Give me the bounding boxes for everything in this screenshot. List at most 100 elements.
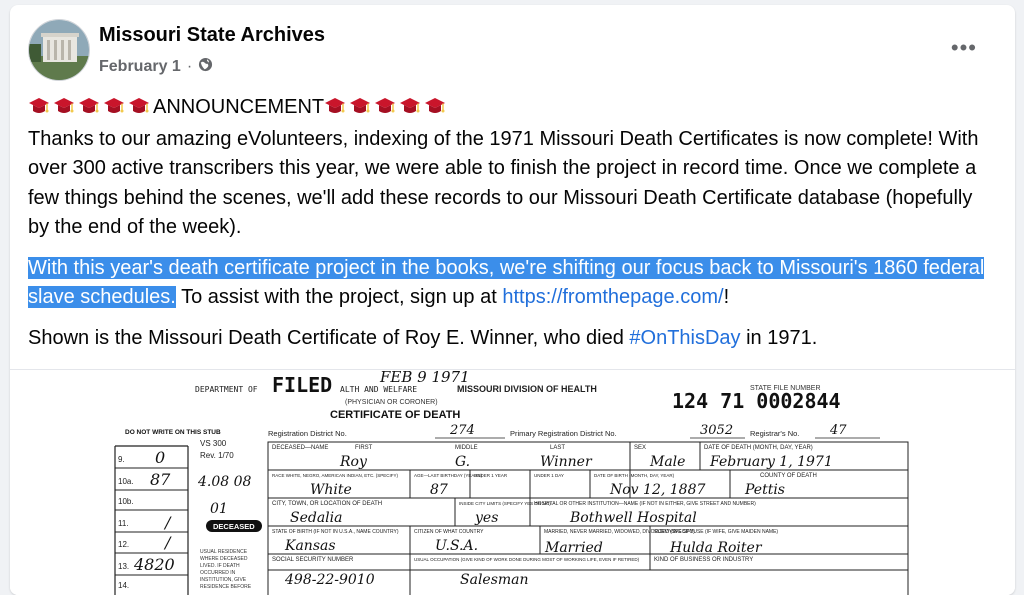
post-date[interactable]: February 1 (99, 58, 181, 76)
label-middle: MIDDLE (455, 445, 478, 451)
graduation-cap-icons-right (324, 96, 449, 118)
label-deceased-name: DECEASED—NAME (272, 445, 328, 451)
cert-file-number: 124 71 0002844 (672, 389, 841, 413)
cert-registrar-label: Registrar's No. (750, 429, 799, 438)
post-body: ANNOUNCEMENT Thanks to our amazing eVolu… (28, 93, 988, 353)
value-spouse: Hulda Roiter (669, 540, 763, 556)
label-first: FIRST (355, 445, 373, 451)
label-hospital: HOSPITAL OR OTHER INSTITUTION—NAME (IF N… (534, 501, 756, 507)
cert-header-left: DEPARTMENT OF (195, 385, 258, 394)
cert-reg-district-label: Registration District No. (268, 429, 347, 438)
label-under-1-year: UNDER 1 YEAR (474, 473, 508, 478)
svg-text:14.: 14. (118, 581, 129, 590)
value-hospital: Bothwell Hospital (569, 510, 697, 526)
paragraph-2-end: ! (723, 286, 730, 308)
svg-text:10b.: 10b. (118, 497, 134, 506)
svg-text:OCCURRED IN: OCCURRED IN (200, 570, 236, 576)
graduation-cap-icon (53, 95, 75, 125)
stub-value-9: 0 (155, 448, 165, 467)
cert-side-2: 01 (210, 501, 228, 517)
svg-text:10a.: 10a. (118, 477, 134, 486)
svg-text:LIVED. IF DEATH: LIVED. IF DEATH (200, 563, 240, 569)
paragraph-3-end: in 1971. (740, 326, 818, 349)
page-avatar[interactable] (28, 19, 90, 81)
svg-text:USUAL RESIDENCE: USUAL RESIDENCE (200, 549, 248, 555)
cert-vs: VS 300 (200, 439, 227, 448)
cert-title: CERTIFICATE OF DEATH (330, 409, 460, 421)
label-city: CITY, TOWN, OR LOCATION OF DEATH (272, 501, 382, 507)
label-age: AGE—LAST BIRTHDAY (YEARS) (414, 473, 483, 478)
value-sex: Male (649, 454, 685, 470)
label-occupation: USUAL OCCUPATION (GIVE KIND OF WORK DONE… (414, 557, 640, 562)
cert-registrar: 47 (829, 423, 847, 438)
cert-rev: Rev. 1/70 (200, 451, 234, 460)
graduation-cap-icon (103, 95, 125, 125)
label-dob: DATE OF BIRTH (MONTH, DAY, YEAR) (594, 473, 675, 478)
fromthepage-link[interactable]: https://fromthepage.com/ (502, 286, 723, 308)
value-inside-city: yes (474, 510, 498, 526)
more-options-icon[interactable]: ••• (951, 35, 977, 61)
graduation-cap-icon (349, 95, 371, 125)
announcement-line: ANNOUNCEMENT Thanks to our amazing eVolu… (28, 93, 988, 243)
label-business: KIND OF BUSINESS OR INDUSTRY (654, 557, 753, 563)
announcement-word: ANNOUNCEMENT (153, 96, 325, 118)
graduation-cap-icons-left (28, 96, 153, 118)
value-ssn: 498-22-9010 (284, 572, 375, 588)
post-card: Missouri State Archives February 1 · •••… (10, 5, 1015, 595)
value-county: Pettis (744, 482, 785, 498)
hashtag-onthisday-link[interactable]: #OnThisDay (629, 327, 740, 349)
globe-icon[interactable] (198, 57, 213, 77)
value-race: White (310, 482, 352, 498)
stub-value-10a: 87 (150, 470, 171, 489)
post-meta: February 1 · (99, 57, 213, 77)
stub-value-13: 4820 (133, 555, 175, 574)
cert-header-right: MISSOURI DIVISION OF HEALTH (457, 384, 597, 394)
label-last: LAST (550, 445, 565, 451)
graduation-cap-icon (78, 95, 100, 125)
cert-physician: (PHYSICIAN OR CORONER) (345, 399, 438, 406)
cert-side-1: 4.08 08 (197, 474, 252, 490)
svg-text:INSTITUTION, GIVE: INSTITUTION, GIVE (200, 577, 247, 583)
value-dob: Nov 12, 1887 (609, 482, 705, 498)
graduation-cap-icon (28, 95, 50, 125)
label-ssn: SOCIAL SECURITY NUMBER (272, 557, 354, 563)
value-first-name: Roy (339, 454, 368, 470)
value-age: 87 (430, 482, 448, 498)
label-under-1-day: UNDER 1 DAY (534, 473, 564, 478)
label-date-of-death: DATE OF DEATH (MONTH, DAY, YEAR) (704, 445, 813, 451)
value-marital: Married (544, 540, 603, 556)
meta-separator: · (186, 58, 193, 75)
cert-filed-stamp: FILED (272, 373, 332, 397)
graduation-cap-icon (374, 95, 396, 125)
value-last-name: Winner (540, 454, 593, 470)
cert-deceased-badge: DECEASED (213, 522, 255, 531)
page-name-link[interactable]: Missouri State Archives (99, 24, 325, 47)
paragraph-2-text: To assist with the project, sign up at (175, 286, 503, 308)
label-spouse: SURVIVING SPOUSE (IF WIFE, GIVE MAIDEN N… (654, 529, 778, 535)
value-middle-name: G. (455, 454, 470, 470)
post-paragraph-2: With this year's death certificate proje… (28, 254, 988, 313)
graduation-cap-icon (424, 95, 446, 125)
svg-text:11.: 11. (118, 519, 129, 528)
label-sex: SEX (634, 445, 646, 451)
death-certificate-photo[interactable]: DEPARTMENT OF FILED ALTH AND WELFARE FEB… (10, 370, 1015, 595)
post-paragraph-3: Shown is the Missouri Death Certificate … (28, 324, 988, 354)
value-date-of-death: February 1, 1971 (709, 454, 833, 470)
cert-primary: 3052 (700, 423, 733, 438)
svg-text:13.: 13. (118, 562, 129, 571)
svg-text:9.: 9. (118, 455, 125, 464)
svg-text:WHERE DECEASED: WHERE DECEASED (200, 556, 248, 562)
cert-stub-label: DO NOT WRITE ON THIS STUB (125, 429, 221, 436)
paragraph-3-text: Shown is the Missouri Death Certificate … (28, 326, 630, 349)
label-race: RACE WHITE, NEGRO, AMERICAN INDIAN, ETC.… (272, 473, 399, 478)
label-citizen: CITIZEN OF WHAT COUNTRY (414, 529, 484, 535)
graduation-cap-icon (399, 95, 421, 125)
label-county: COUNTY OF DEATH (760, 473, 817, 479)
label-state-birth: STATE OF BIRTH (IF NOT IN U.S.A., NAME C… (272, 529, 399, 535)
graduation-cap-icon (324, 95, 346, 125)
value-city: Sedalia (290, 510, 343, 526)
post-paragraph-1: Thanks to our amazing eVolunteers, index… (28, 127, 979, 239)
value-occupation: Salesman (460, 572, 529, 588)
svg-text:12.: 12. (118, 540, 129, 549)
cert-header-mid: ALTH AND WELFARE (340, 385, 417, 394)
